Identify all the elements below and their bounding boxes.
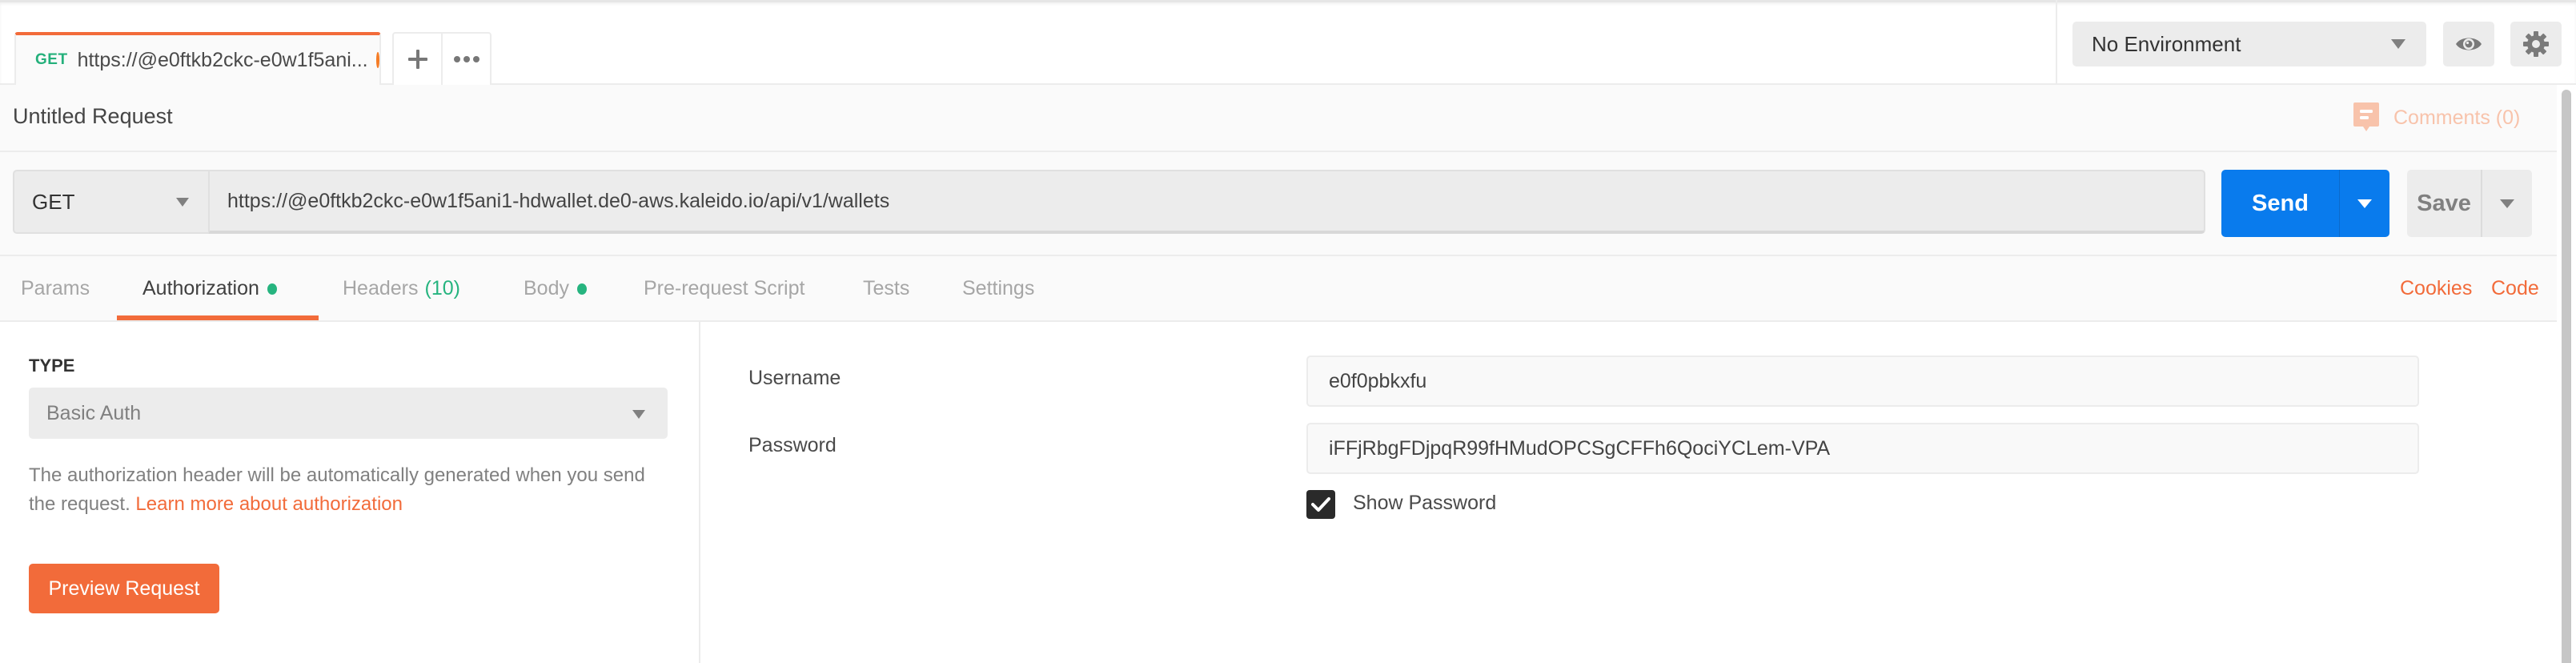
request-name[interactable]: Untitled Request bbox=[13, 104, 173, 129]
checkmark-icon bbox=[1311, 497, 1330, 512]
request-tab-method: GET bbox=[35, 51, 68, 68]
request-tab[interactable]: GET https://@e0ftkb2ckc-e0w1f5ani... bbox=[14, 32, 381, 85]
save-button-group: Save bbox=[2407, 170, 2532, 237]
auth-credentials-pane: Username e0f0pbkxfu Password iFFjRbgFDjp… bbox=[702, 322, 2557, 663]
send-button[interactable]: Send bbox=[2221, 170, 2340, 237]
url-input[interactable]: https://@e0ftkb2ckc-e0w1f5ani1-hdwallet.… bbox=[208, 170, 2205, 234]
new-tab-button[interactable] bbox=[394, 34, 441, 85]
username-label: Username bbox=[748, 367, 841, 389]
chevron-down-icon bbox=[2391, 39, 2405, 49]
chevron-down-icon bbox=[2357, 199, 2372, 208]
ellipsis-icon bbox=[453, 56, 479, 62]
request-tabs: Params Authorization Headers (10) Body P… bbox=[0, 256, 2557, 322]
settings-button[interactable] bbox=[2510, 22, 2562, 66]
username-value: e0f0pbkxfu bbox=[1329, 369, 1427, 392]
environment-select-value: No Environment bbox=[2092, 31, 2241, 56]
request-tab-title: https://@e0ftkb2ckc-e0w1f5ani... bbox=[77, 48, 368, 71]
tab-options-button[interactable] bbox=[441, 34, 490, 85]
active-tab-underline bbox=[117, 315, 319, 320]
send-options-button[interactable] bbox=[2340, 170, 2389, 237]
method-select-value: GET bbox=[32, 189, 75, 214]
url-row: GET https://@e0ftkb2ckc-e0w1f5ani1-hdwal… bbox=[0, 152, 2557, 256]
save-options-button[interactable] bbox=[2482, 170, 2532, 237]
send-button-group: Send bbox=[2221, 170, 2389, 237]
env-divider bbox=[2056, 0, 2057, 83]
tab-body[interactable]: Body bbox=[524, 277, 587, 300]
tab-actions bbox=[392, 32, 492, 85]
password-value: iFFjRbgFDjpqR99fHMudOPCSgCFFh6QociYCLem-… bbox=[1329, 436, 1831, 460]
auth-type-value: Basic Auth bbox=[46, 401, 142, 424]
chevron-down-icon bbox=[632, 410, 645, 419]
request-name-row: Untitled Request Comments (0) bbox=[0, 85, 2557, 152]
password-label: Password bbox=[748, 434, 837, 456]
eye-icon bbox=[2456, 38, 2482, 50]
comments-label: Comments (0) bbox=[2393, 106, 2521, 129]
method-select[interactable]: GET bbox=[13, 170, 208, 234]
chevron-down-icon bbox=[2500, 199, 2514, 208]
plus-icon bbox=[407, 50, 427, 69]
cookies-link[interactable]: Cookies bbox=[2400, 277, 2472, 300]
chevron-down-icon bbox=[176, 198, 189, 207]
password-input[interactable]: iFFjRbgFDjpqR99fHMudOPCSgCFFh6QociYCLem-… bbox=[1306, 423, 2419, 474]
tab-label: Headers bbox=[343, 277, 419, 299]
active-indicator-icon bbox=[576, 283, 587, 295]
tab-label: Settings bbox=[962, 277, 1035, 299]
username-input[interactable]: e0f0pbkxfu bbox=[1306, 356, 2419, 407]
tab-label: Tests bbox=[863, 277, 910, 299]
preview-request-button[interactable]: Preview Request bbox=[29, 564, 219, 613]
tab-label: Body bbox=[524, 277, 569, 299]
auth-type-pane: TYPE Basic Auth The authorization header… bbox=[0, 322, 700, 663]
url-input-value: https://@e0ftkb2ckc-e0w1f5ani1-hdwallet.… bbox=[227, 189, 890, 212]
comment-icon bbox=[2353, 102, 2379, 131]
show-password-label[interactable]: Show Password bbox=[1353, 492, 1496, 515]
auth-help-text: The authorization header will be automat… bbox=[29, 461, 669, 519]
vertical-scrollbar[interactable] bbox=[2562, 90, 2571, 663]
environment-select[interactable]: No Environment bbox=[2072, 22, 2426, 66]
save-button[interactable]: Save bbox=[2407, 170, 2482, 237]
unsaved-indicator-icon bbox=[375, 52, 379, 68]
auth-type-label: TYPE bbox=[29, 356, 75, 376]
code-link[interactable]: Code bbox=[2491, 277, 2539, 300]
tab-headers[interactable]: Headers (10) bbox=[343, 277, 460, 300]
comments-button[interactable]: Comments (0) bbox=[2353, 102, 2520, 133]
tab-pre-request-script[interactable]: Pre-request Script bbox=[644, 277, 804, 300]
tab-settings[interactable]: Settings bbox=[962, 277, 1034, 300]
learn-more-link[interactable]: Learn more about authorization bbox=[135, 493, 403, 515]
tab-label: Authorization bbox=[142, 277, 259, 299]
tab-tests[interactable]: Tests bbox=[863, 277, 909, 300]
tab-label: Pre-request Script bbox=[644, 277, 805, 299]
show-password-checkbox[interactable] bbox=[1306, 490, 1335, 519]
environment-quick-look-button[interactable] bbox=[2443, 22, 2494, 66]
tab-authorization[interactable]: Authorization bbox=[142, 277, 277, 300]
headers-count: (10) bbox=[424, 277, 460, 299]
gear-icon bbox=[2523, 31, 2549, 57]
tab-params[interactable]: Params bbox=[21, 277, 90, 300]
active-indicator-icon bbox=[267, 283, 277, 295]
tab-label: Params bbox=[21, 277, 90, 299]
auth-type-select[interactable]: Basic Auth bbox=[29, 388, 668, 439]
